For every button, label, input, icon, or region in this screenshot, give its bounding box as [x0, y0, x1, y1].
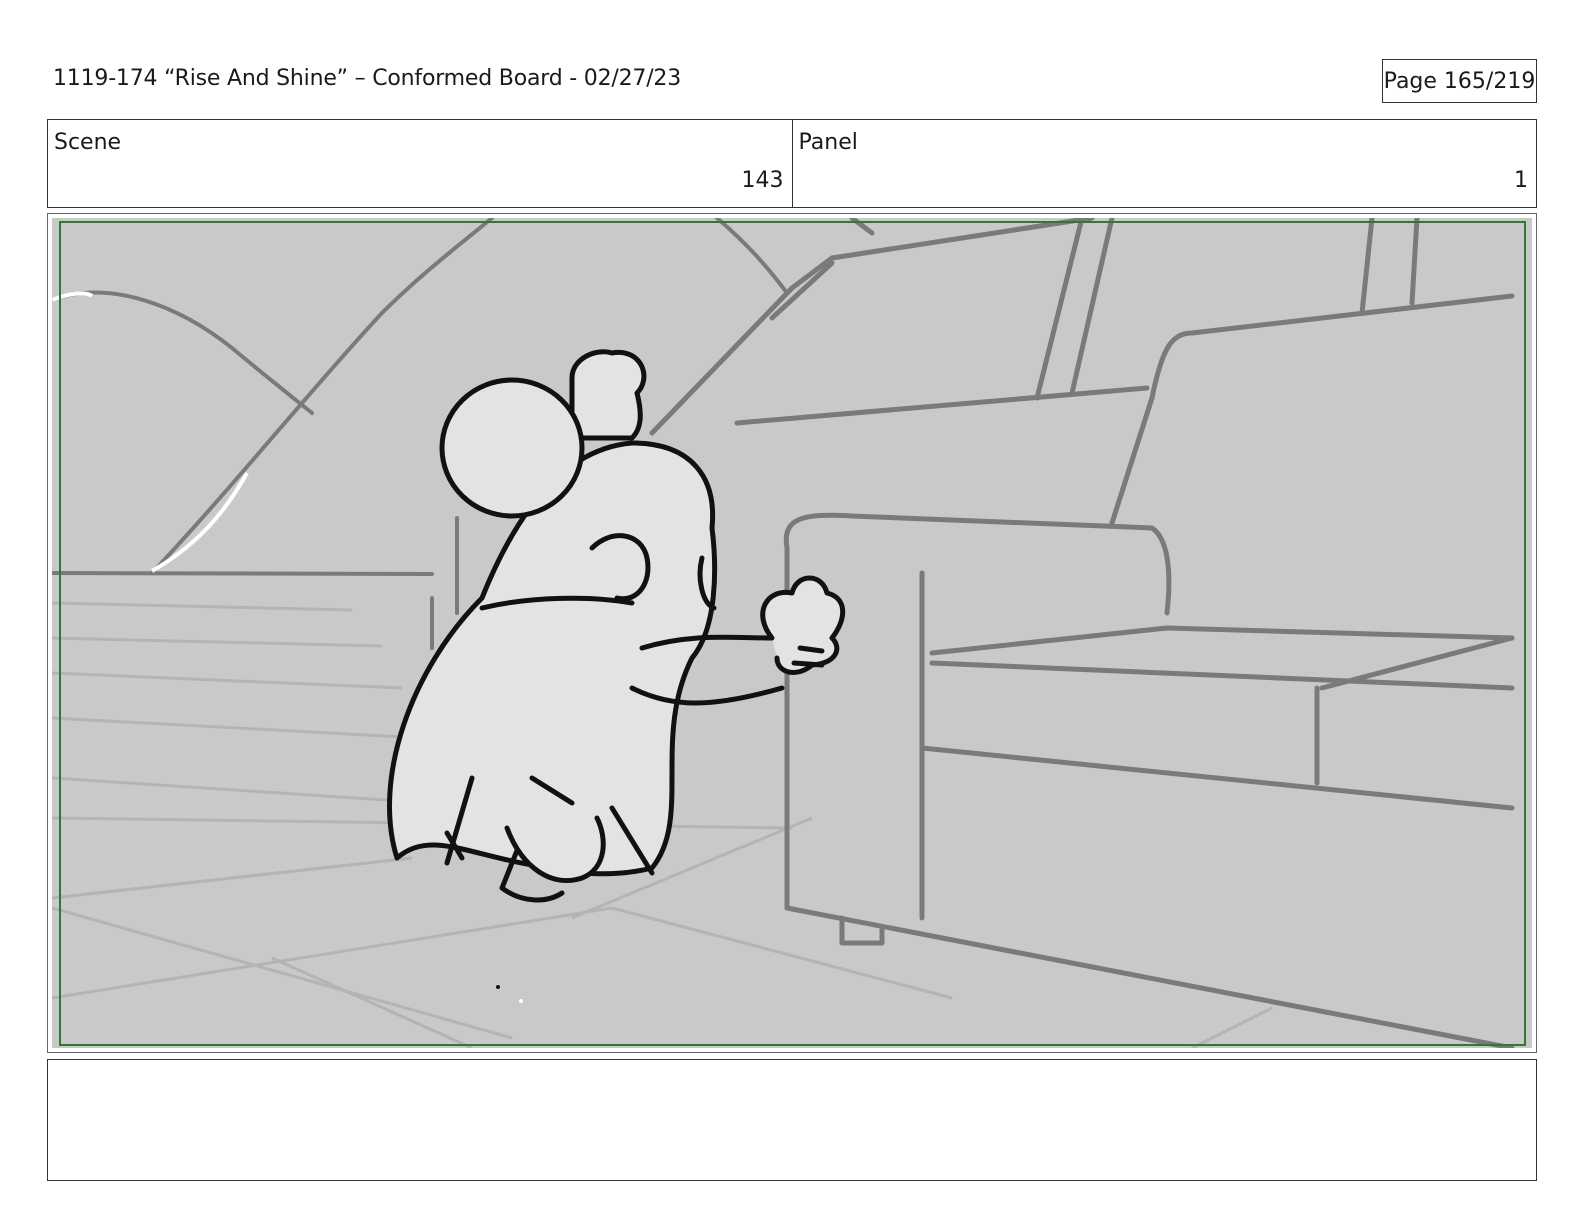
scene-panel-info: Scene 143 Panel 1 [47, 119, 1537, 208]
highlight-speck [519, 999, 523, 1003]
action-notes-box [47, 1059, 1537, 1181]
panel-frame [47, 213, 1537, 1053]
storyboard-drawing [52, 218, 1532, 1048]
board-title: 1119-174 “Rise And Shine” – Conformed Bo… [53, 66, 681, 91]
sketch-image [52, 218, 1515, 1048]
ink-specks [496, 985, 500, 989]
panel-cell: Panel 1 [791, 120, 1537, 207]
scene-number: 143 [741, 168, 784, 193]
page-number: Page 165/219 [1382, 59, 1537, 103]
panel-label: Panel [798, 130, 858, 155]
character-drawing [387, 349, 846, 903]
scene-cell: Scene 143 [48, 120, 792, 207]
scene-label: Scene [54, 130, 122, 155]
panel-number: 1 [1514, 168, 1528, 193]
highlight-stroke [52, 291, 94, 302]
